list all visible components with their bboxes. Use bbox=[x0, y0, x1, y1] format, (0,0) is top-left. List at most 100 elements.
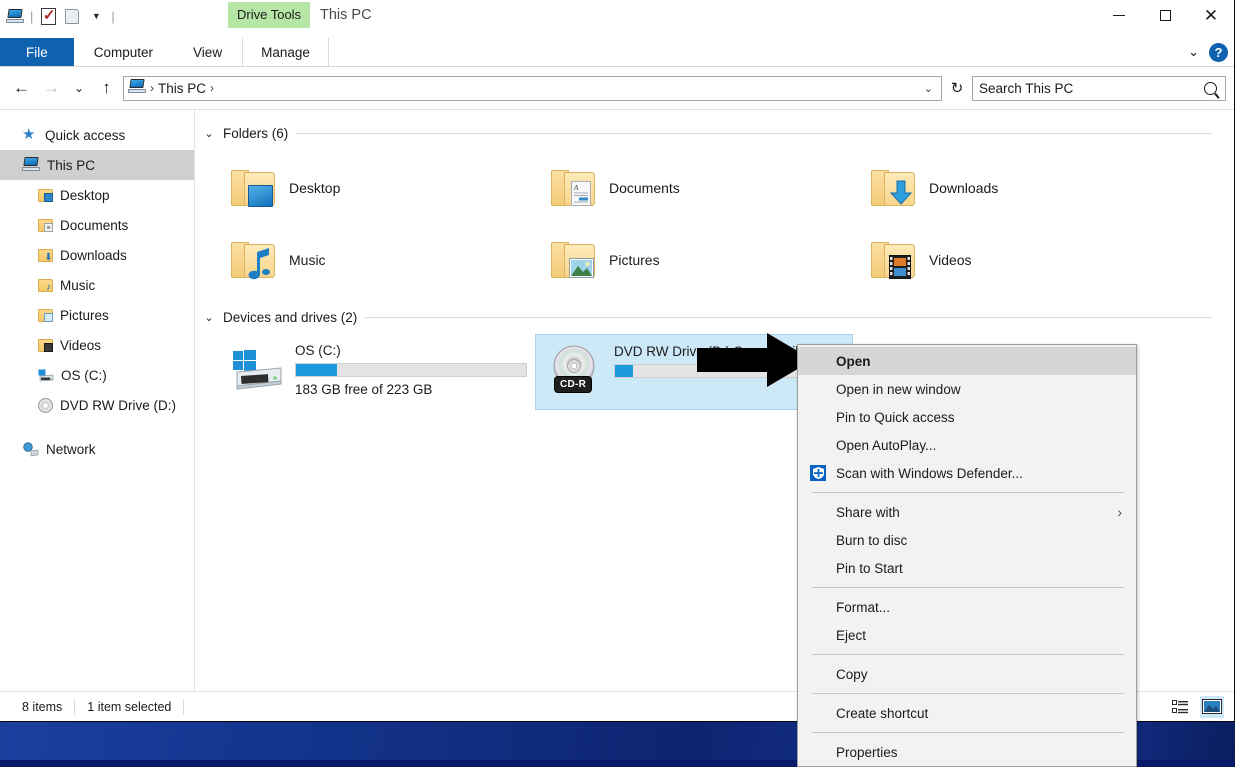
sidebar-item-label: Videos bbox=[60, 338, 101, 353]
group-header-devices[interactable]: ⌄ Devices and drives (2) bbox=[203, 306, 1234, 328]
maximize-button[interactable] bbox=[1142, 0, 1188, 31]
sidebar-item-music[interactable]: ♪ Music bbox=[0, 270, 194, 300]
folder-tile-desktop[interactable]: Desktop bbox=[217, 152, 537, 224]
folder-tile-music[interactable]: Music bbox=[217, 224, 537, 296]
view-mode-buttons bbox=[1168, 696, 1224, 718]
this-pc-icon[interactable] bbox=[4, 5, 26, 27]
navigation-pane: ★ Quick access This PC Desktop ≡ Docu bbox=[0, 110, 195, 691]
menu-item-pin-to-quick-access[interactable]: Pin to Quick access bbox=[798, 403, 1136, 431]
qat-divider-1: | bbox=[28, 9, 35, 24]
menu-item-label: Burn to disc bbox=[810, 533, 907, 548]
menu-item-copy[interactable]: Copy bbox=[798, 660, 1136, 688]
status-divider-2 bbox=[183, 699, 184, 715]
sidebar-item-label: Network bbox=[46, 442, 96, 457]
chevron-down-icon[interactable]: ⌄ bbox=[1188, 44, 1199, 60]
item-count-label: 8 items bbox=[10, 700, 74, 714]
new-folder-icon[interactable] bbox=[61, 5, 83, 27]
menu-item-open[interactable]: Open bbox=[798, 347, 1136, 375]
search-placeholder: Search This PC bbox=[979, 81, 1204, 96]
sidebar-item-quick-access[interactable]: ★ Quick access bbox=[0, 120, 194, 150]
menu-separator bbox=[812, 654, 1124, 655]
tab-manage[interactable]: Manage bbox=[242, 38, 329, 66]
network-icon bbox=[22, 442, 39, 457]
sidebar-item-documents[interactable]: ≡ Documents bbox=[0, 210, 194, 240]
details-view-button[interactable] bbox=[1168, 696, 1192, 718]
pictures-folder-icon bbox=[551, 240, 597, 280]
menu-item-create-shortcut[interactable]: Create shortcut bbox=[798, 699, 1136, 727]
sidebar-item-desktop[interactable]: Desktop bbox=[0, 180, 194, 210]
tab-file[interactable]: File bbox=[0, 38, 74, 66]
drive-tools-label: Drive Tools bbox=[228, 2, 310, 28]
back-button[interactable]: ← bbox=[8, 74, 35, 102]
drive-tile-os-c[interactable]: OS (C:) 183 GB free of 223 GB bbox=[217, 334, 535, 410]
chevron-down-icon[interactable]: ⌄ bbox=[203, 127, 215, 140]
sidebar-item-videos[interactable]: Videos bbox=[0, 330, 194, 360]
documents-folder-icon: ≡ bbox=[38, 219, 53, 232]
quick-access-toolbar: | ▼ | bbox=[0, 1, 121, 31]
menu-item-share-with[interactable]: Share with› bbox=[798, 498, 1136, 526]
search-icon bbox=[1204, 82, 1217, 95]
sidebar-item-pictures[interactable]: Pictures bbox=[0, 300, 194, 330]
menu-item-scan-with-windows-defender[interactable]: Scan with Windows Defender... bbox=[798, 459, 1136, 487]
menu-item-open-in-new-window[interactable]: Open in new window bbox=[798, 375, 1136, 403]
menu-item-pin-to-start[interactable]: Pin to Start bbox=[798, 554, 1136, 582]
videos-folder-icon bbox=[871, 240, 917, 280]
folder-tile-pictures[interactable]: Pictures bbox=[537, 224, 857, 296]
sidebar-item-label: Desktop bbox=[60, 188, 110, 203]
music-folder-icon bbox=[231, 240, 277, 280]
desktop-folder-icon bbox=[38, 189, 53, 202]
tab-view[interactable]: View bbox=[173, 38, 242, 66]
folder-tile-videos[interactable]: Videos bbox=[857, 224, 1177, 296]
menu-item-burn-to-disc[interactable]: Burn to disc bbox=[798, 526, 1136, 554]
sidebar-item-label: Quick access bbox=[45, 128, 125, 143]
sidebar-item-label: Downloads bbox=[60, 248, 127, 263]
address-history-chevron-icon[interactable]: ⌄ bbox=[924, 82, 937, 95]
context-menu: OpenOpen in new window Pin to Quick acces… bbox=[797, 344, 1137, 767]
sidebar-item-downloads[interactable]: ⬇ Downloads bbox=[0, 240, 194, 270]
close-button[interactable]: ✕ bbox=[1188, 0, 1234, 31]
breadcrumb-this-pc[interactable]: This PC bbox=[158, 81, 206, 96]
search-input[interactable]: Search This PC bbox=[972, 76, 1226, 101]
menu-item-eject[interactable]: Eject bbox=[798, 621, 1136, 649]
group-divider bbox=[365, 317, 1212, 318]
minimize-button[interactable] bbox=[1096, 0, 1142, 31]
up-button[interactable]: ↑ bbox=[93, 74, 120, 102]
folder-tile-documents[interactable]: A Documents bbox=[537, 152, 857, 224]
sidebar-item-os-c[interactable]: OS (C:) bbox=[0, 360, 194, 390]
folder-label: Downloads bbox=[929, 180, 998, 196]
large-icons-view-button[interactable] bbox=[1200, 696, 1224, 718]
capacity-bar bbox=[295, 363, 527, 377]
menu-separator bbox=[812, 587, 1124, 588]
documents-folder-icon: A bbox=[551, 168, 597, 208]
sidebar-item-this-pc[interactable]: This PC bbox=[0, 150, 194, 180]
drive-free-space: 183 GB free of 223 GB bbox=[295, 382, 527, 397]
capacity-bar-fill bbox=[615, 365, 633, 377]
breadcrumb-separator-2[interactable]: › bbox=[210, 81, 214, 95]
folder-tile-downloads[interactable]: Downloads bbox=[857, 152, 1177, 224]
group-divider bbox=[296, 133, 1212, 134]
address-bar[interactable]: › This PC › ⌄ bbox=[123, 76, 942, 101]
menu-item-open-autoplay[interactable]: Open AutoPlay... bbox=[798, 431, 1136, 459]
sidebar-item-network[interactable]: Network bbox=[0, 434, 194, 464]
menu-item-label: Pin to Quick access bbox=[810, 410, 955, 425]
windows-hard-drive-icon bbox=[231, 350, 283, 392]
menu-item-properties[interactable]: Properties bbox=[798, 738, 1136, 766]
help-icon[interactable]: ? bbox=[1209, 43, 1228, 62]
this-pc-icon bbox=[22, 157, 40, 174]
refresh-button[interactable]: ↻ bbox=[945, 79, 969, 97]
properties-icon[interactable] bbox=[37, 5, 59, 27]
menu-separator bbox=[812, 693, 1124, 694]
menu-item-label: Pin to Start bbox=[810, 561, 903, 576]
menu-item-label: Eject bbox=[810, 628, 866, 643]
chevron-down-icon[interactable]: ⌄ bbox=[203, 311, 215, 324]
tab-computer[interactable]: Computer bbox=[74, 38, 173, 66]
forward-button[interactable]: → bbox=[38, 74, 65, 102]
downloads-folder-icon: ⬇ bbox=[38, 249, 53, 262]
recent-locations-button[interactable]: ⌄ bbox=[68, 74, 90, 102]
menu-item-format[interactable]: Format... bbox=[798, 593, 1136, 621]
customize-dropdown[interactable]: ▼ bbox=[85, 5, 107, 27]
group-header-folders[interactable]: ⌄ Folders (6) bbox=[203, 122, 1234, 144]
sidebar-item-dvd-rw-drive[interactable]: DVD RW Drive (D:) bbox=[0, 390, 194, 420]
desktop-folder-icon bbox=[231, 168, 277, 208]
drive-info: OS (C:) 183 GB free of 223 GB bbox=[295, 340, 527, 397]
